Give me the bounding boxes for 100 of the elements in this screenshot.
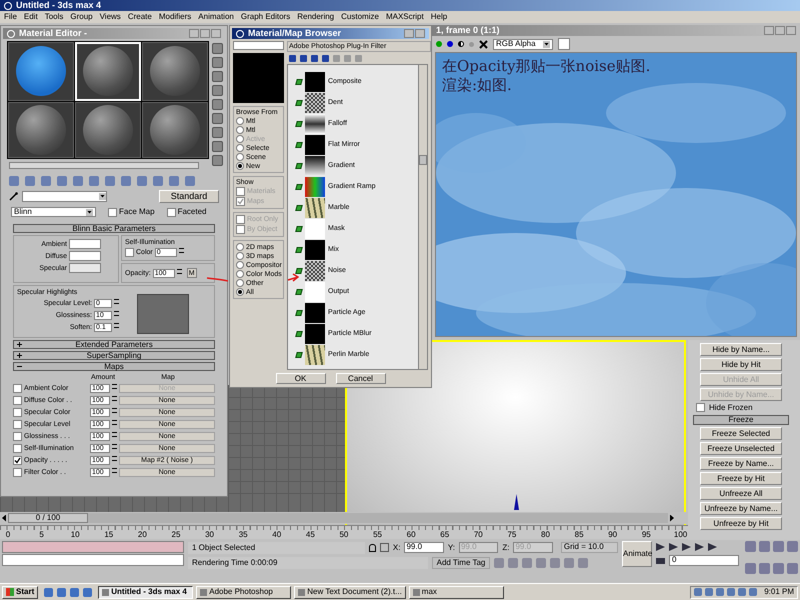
radio-button[interactable] — [236, 117, 244, 125]
scroll-thumb[interactable] — [419, 155, 427, 165]
checkbox[interactable] — [696, 403, 705, 412]
close-button[interactable] — [786, 26, 796, 35]
lock-icon[interactable] — [369, 544, 376, 552]
color-swatch[interactable] — [69, 251, 101, 261]
taskbar-button[interactable]: Adobe Photoshop — [196, 586, 292, 598]
mono-icon[interactable] — [458, 41, 464, 47]
checkbox[interactable] — [236, 225, 245, 234]
checkbox[interactable] — [13, 444, 22, 452]
taskbar-button[interactable]: New Text Document (2).t... — [294, 586, 406, 598]
last-frame-icon[interactable] — [708, 543, 717, 551]
animate-button[interactable]: Animate — [622, 541, 652, 567]
radio-button[interactable] — [236, 153, 244, 161]
radio-button[interactable] — [236, 279, 244, 287]
tool-icon[interactable] — [212, 57, 223, 68]
checkbox[interactable] — [13, 432, 22, 440]
tool-icon[interactable] — [212, 85, 223, 96]
panel-button[interactable]: Freeze by Hit — [700, 472, 782, 485]
play-icon[interactable] — [682, 543, 691, 551]
panel-button[interactable]: Freeze Selected — [700, 427, 782, 440]
timeline-ruler[interactable]: 0 5 10 15 20 25 30 35 40 45 50 55 60 65 70 75 80 85 90 95 100 — [0, 525, 688, 539]
minimize-button[interactable] — [189, 29, 199, 38]
dialog-button[interactable]: Cancel — [336, 373, 386, 384]
radio-button[interactable] — [236, 261, 244, 269]
channel-dropdown[interactable]: RGB Alpha — [493, 38, 553, 50]
color-swatch[interactable] — [69, 263, 101, 273]
search-field[interactable] — [233, 41, 284, 50]
previous-frame-icon[interactable] — [669, 543, 678, 551]
menu-item[interactable]: Rendering — [297, 13, 334, 21]
panel-button[interactable]: Hide by Hit — [700, 358, 782, 371]
checkbox[interactable] — [236, 187, 245, 196]
type-button[interactable]: Standard — [159, 190, 219, 202]
close-button[interactable] — [211, 29, 221, 38]
checkbox[interactable] — [236, 215, 245, 224]
tool-icon[interactable] — [212, 127, 223, 138]
panel-button[interactable]: Freeze by Name... — [700, 457, 782, 470]
radio-button[interactable] — [236, 288, 244, 296]
radio-button[interactable] — [236, 144, 244, 152]
coordinate-field[interactable]: 99.0 — [404, 542, 444, 553]
close-button[interactable] — [415, 29, 425, 38]
time-slider-track[interactable]: 0 / 100 — [8, 513, 668, 523]
checkbox[interactable] — [166, 208, 176, 216]
menu-item[interactable]: MAXScript — [386, 13, 424, 21]
start-button[interactable]: Start — [2, 586, 38, 598]
menu-item[interactable]: Animation — [198, 13, 234, 21]
frame-field[interactable]: 0 — [669, 555, 739, 566]
panel-button[interactable]: Unfreeze by Hit — [700, 517, 782, 530]
dialog-button[interactable]: OK — [276, 373, 326, 384]
color-swatch[interactable] — [558, 38, 570, 50]
tool-icon[interactable] — [212, 141, 223, 152]
listener-field[interactable] — [2, 541, 184, 553]
taskbar-button[interactable]: max — [408, 586, 504, 598]
menu-item[interactable]: Tools — [44, 13, 64, 21]
minimize-button[interactable] — [764, 26, 774, 35]
checkbox[interactable] — [108, 208, 117, 216]
tool-icon[interactable] — [212, 71, 223, 82]
previous-icon[interactable] — [2, 514, 6, 522]
radio-button[interactable] — [236, 243, 244, 251]
radio-button[interactable] — [236, 162, 244, 170]
checkbox[interactable] — [125, 248, 134, 257]
radio-button[interactable] — [236, 126, 244, 134]
menu-item[interactable]: Group — [70, 13, 93, 21]
color-swatch[interactable] — [69, 239, 101, 249]
menu-item[interactable]: Views — [100, 13, 121, 21]
rollout-header[interactable]: Extended Parameters — [13, 340, 215, 349]
time-tag-button[interactable]: Add Time Tag — [432, 556, 490, 568]
menu-item[interactable]: File — [4, 13, 17, 21]
panel-button[interactable]: Freeze Unselected — [700, 442, 782, 455]
next-icon[interactable] — [670, 514, 674, 522]
panel-button[interactable]: Hide by Name... — [700, 343, 782, 356]
taskbar-button[interactable]: Untitled - 3ds max 4 — [98, 586, 194, 598]
rollout-header[interactable]: Freeze — [693, 415, 789, 425]
maximize-button[interactable] — [775, 26, 785, 35]
menu-item[interactable]: Graph Editors — [240, 13, 290, 21]
first-frame-icon[interactable] — [656, 543, 665, 551]
menu-item[interactable]: Modifiers — [158, 13, 192, 21]
panel-button[interactable]: Unfreeze by Name... — [700, 502, 782, 515]
tool-icon[interactable] — [212, 113, 223, 124]
maximize-button[interactable] — [200, 29, 210, 38]
transform-icon[interactable] — [380, 543, 389, 552]
menu-item[interactable]: Customize — [341, 13, 379, 21]
scroll-bar[interactable] — [418, 65, 427, 369]
panel-button[interactable]: Unfreeze All — [700, 487, 782, 500]
material-name-field[interactable] — [22, 190, 107, 202]
checkbox[interactable] — [13, 396, 22, 404]
tool-icon[interactable] — [212, 99, 223, 110]
script-field[interactable] — [2, 554, 184, 566]
menu-item[interactable]: Edit — [24, 13, 38, 21]
key-icon[interactable] — [656, 558, 665, 564]
help-button[interactable] — [404, 29, 414, 38]
checkbox[interactable] — [13, 468, 22, 476]
eyedropper-icon[interactable] — [9, 192, 18, 200]
tool-icon[interactable] — [212, 43, 223, 54]
next-frame-icon[interactable] — [695, 543, 704, 551]
scroll-bar[interactable] — [9, 162, 199, 169]
checkbox[interactable] — [13, 408, 22, 416]
menu-item[interactable]: Help — [430, 13, 448, 21]
radio-button[interactable] — [236, 270, 244, 278]
menu-item[interactable]: Create — [128, 13, 152, 21]
